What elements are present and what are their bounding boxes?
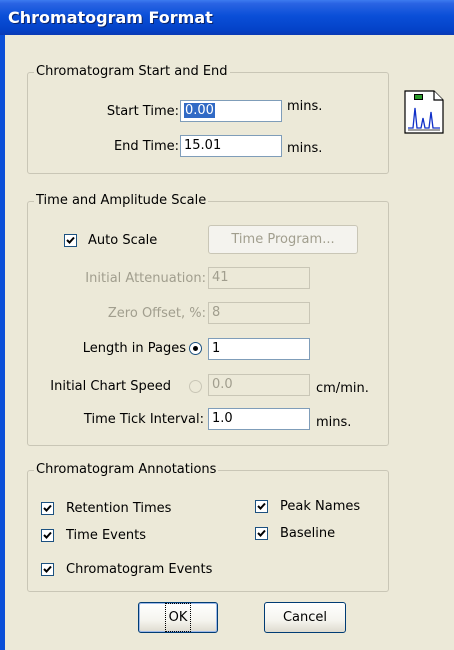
initial-attenuation-input[interactable]: 41 (208, 267, 310, 289)
baseline-label[interactable]: Baseline (280, 525, 335, 543)
peak-names-checkbox[interactable] (255, 500, 268, 513)
peak-names-label[interactable]: Peak Names (280, 498, 360, 516)
tick-interval-label: Time Tick Interval: (83, 412, 204, 427)
chromatogram-events-checkbox[interactable] (41, 563, 54, 576)
window-border (0, 35, 5, 650)
length-in-pages-radio[interactable] (189, 342, 202, 355)
start-end-group-label: Chromatogram Start and End (34, 64, 230, 80)
retention-times-label[interactable]: Retention Times (66, 500, 171, 518)
checkmark-icon (257, 502, 266, 510)
initial-attenuation-label: Initial Attenuation: (85, 271, 206, 286)
tick-interval-input[interactable]: 1.0 (208, 408, 310, 430)
start-time-units: mins. (287, 99, 323, 114)
checkmark-icon (43, 531, 52, 539)
chart-speed-label: Initial Chart Speed (50, 379, 171, 394)
auto-scale-checkbox[interactable] (64, 234, 77, 247)
baseline-checkbox[interactable] (255, 527, 268, 540)
chart-speed-input[interactable]: 0.0 (208, 374, 310, 396)
checkmark-icon (66, 236, 75, 244)
chart-speed-radio[interactable] (189, 380, 202, 393)
chromatogram-format-dialog: Chromatogram Format Chromatogram Start a… (0, 0, 454, 650)
end-time-input[interactable]: 15.01 (180, 135, 282, 157)
ok-button[interactable]: OK (138, 602, 218, 633)
start-time-label: Start Time: (106, 104, 179, 119)
auto-scale-label[interactable]: Auto Scale (88, 232, 157, 250)
title-bar[interactable]: Chromatogram Format (0, 0, 454, 35)
end-time-units: mins. (287, 141, 323, 156)
end-time-label: End Time: (113, 139, 179, 154)
chromatogram-events-label[interactable]: Chromatogram Events (66, 561, 212, 579)
window-title: Chromatogram Format (8, 8, 213, 27)
start-time-input[interactable]: 0.00 (180, 100, 282, 122)
retention-times-checkbox[interactable] (41, 502, 54, 515)
cancel-button[interactable]: Cancel (264, 602, 346, 633)
zero-offset-label: Zero Offset, %: (107, 306, 206, 321)
annotations-group-label: Chromatogram Annotations (34, 462, 219, 478)
length-in-pages-label: Length in Pages (82, 341, 186, 356)
start-end-group: Chromatogram Start and End (27, 64, 389, 174)
zero-offset-input[interactable]: 8 (208, 302, 310, 324)
chart-speed-units: cm/min. (316, 381, 369, 396)
chromatogram-document-icon (404, 90, 444, 138)
checkmark-icon (43, 504, 52, 512)
length-in-pages-input[interactable]: 1 (208, 338, 310, 360)
tick-interval-units: mins. (316, 415, 352, 430)
time-events-checkbox[interactable] (41, 529, 54, 542)
checkmark-icon (43, 565, 52, 573)
time-amplitude-group-label: Time and Amplitude Scale (34, 193, 209, 209)
time-program-button[interactable]: Time Program... (208, 225, 358, 254)
time-events-label[interactable]: Time Events (66, 527, 146, 545)
checkmark-icon (257, 529, 266, 537)
